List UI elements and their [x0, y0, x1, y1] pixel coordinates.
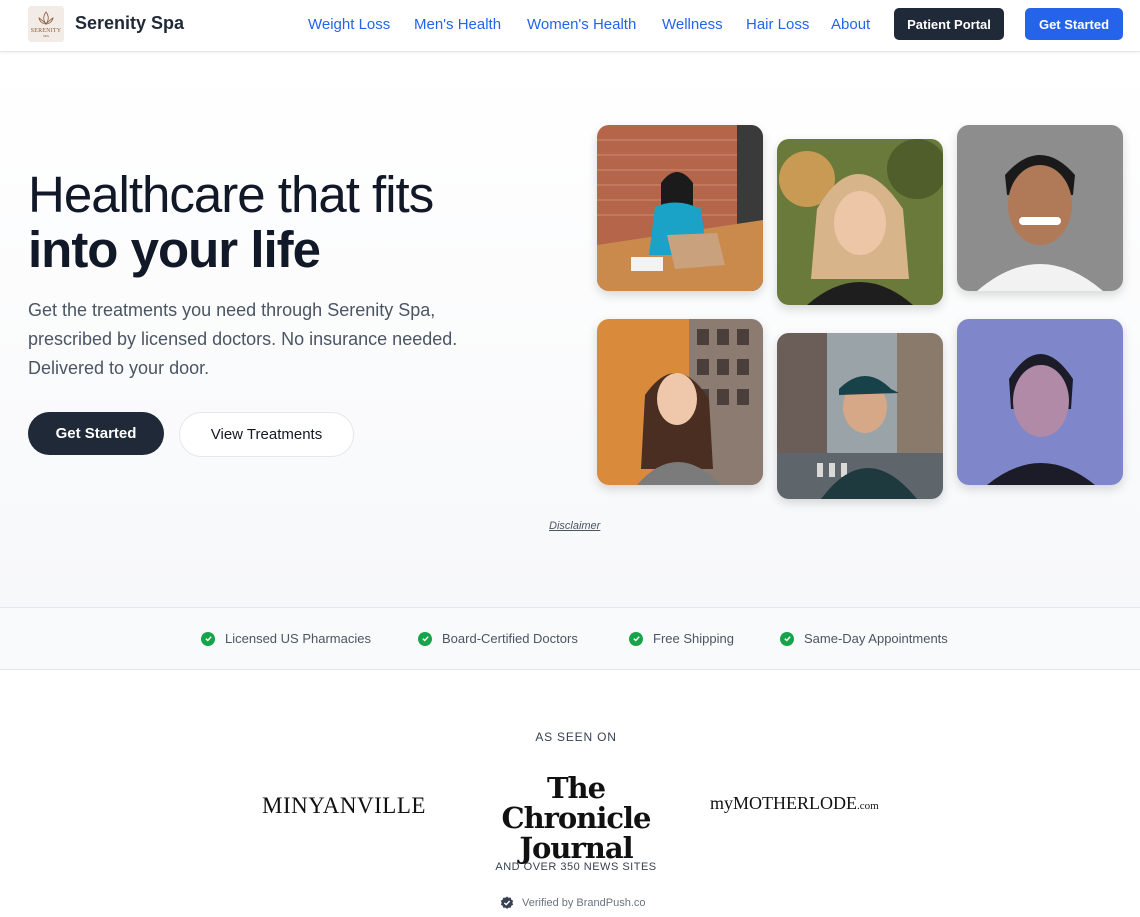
trust-item-doctors: Board-Certified Doctors	[418, 631, 578, 646]
hero-subtitle: Get the treatments you need through Sere…	[28, 300, 458, 378]
check-circle-icon	[201, 631, 215, 646]
site-header: SERENITY SPA Serenity Spa Weight Loss Me…	[0, 0, 1140, 52]
trust-item-label: Board-Certified Doctors	[442, 631, 578, 646]
photo-smiling-blonde-woman	[777, 139, 943, 305]
motherlode-main: myMOTHERLODE	[710, 793, 857, 813]
check-circle-icon	[418, 631, 432, 646]
nav-hair-loss[interactable]: Hair Loss	[746, 16, 809, 33]
verified-text: Verified by BrandPush.co	[522, 897, 646, 909]
photo-smiling-man	[957, 125, 1123, 291]
check-circle-icon	[629, 631, 643, 646]
nav-womens-health[interactable]: Women's Health	[527, 16, 636, 33]
chronicle-line1: The Chronicle	[501, 771, 651, 835]
verified-badge[interactable]: Verified by BrandPush.co	[500, 896, 646, 910]
view-treatments-button[interactable]: View Treatments	[179, 412, 354, 457]
nav-weight-loss[interactable]: Weight Loss	[308, 16, 390, 33]
trust-item-shipping: Free Shipping	[629, 631, 734, 646]
photo-woman-blue-light	[957, 319, 1123, 485]
lotus-icon	[38, 11, 54, 25]
more-news-sites: AND OVER 350 NEWS SITES	[495, 861, 657, 873]
trust-item-label: Licensed US Pharmacies	[225, 631, 371, 646]
hero-title-line1: Healthcare that fits	[28, 166, 434, 223]
nav-wellness[interactable]: Wellness	[662, 16, 723, 33]
patient-portal-button[interactable]: Patient Portal	[894, 8, 1004, 40]
press-logo-minyanville: MINYANVILLE	[262, 793, 426, 818]
check-circle-icon	[780, 631, 794, 646]
get-started-button[interactable]: Get Started	[28, 412, 164, 455]
hero-title-line2: into your life	[28, 221, 321, 278]
trust-item-label: Free Shipping	[653, 631, 734, 646]
photo-woman-by-window	[597, 319, 763, 485]
disclaimer-link[interactable]: Disclaimer	[549, 520, 600, 532]
as-seen-on-title: AS SEEN ON	[535, 730, 617, 744]
logo[interactable]: SERENITY SPA	[28, 6, 64, 42]
motherlode-suffix: .com	[857, 800, 879, 812]
logo-subtext: SPA	[42, 34, 50, 38]
press-logo-chronicle-journal: The Chronicle Journal	[486, 773, 666, 863]
photo-woman-at-laptop	[597, 125, 763, 291]
nav-mens-health[interactable]: Men's Health	[414, 16, 501, 33]
trust-item-pharmacies: Licensed US Pharmacies	[201, 631, 371, 646]
trust-item-appointments: Same-Day Appointments	[780, 631, 948, 646]
brand-name[interactable]: Serenity Spa	[75, 13, 184, 34]
verified-check-icon	[500, 896, 514, 909]
photo-man-in-cap	[777, 333, 943, 499]
trust-bar: Licensed US Pharmacies Board-Certified D…	[0, 607, 1140, 670]
press-logo-mymotherlode: myMOTHERLODE.com	[710, 793, 879, 814]
trust-item-label: Same-Day Appointments	[804, 631, 948, 646]
nav-about[interactable]: About	[831, 16, 870, 33]
chronicle-line2: Journal	[519, 831, 633, 865]
get-started-header-button[interactable]: Get Started	[1025, 8, 1123, 40]
